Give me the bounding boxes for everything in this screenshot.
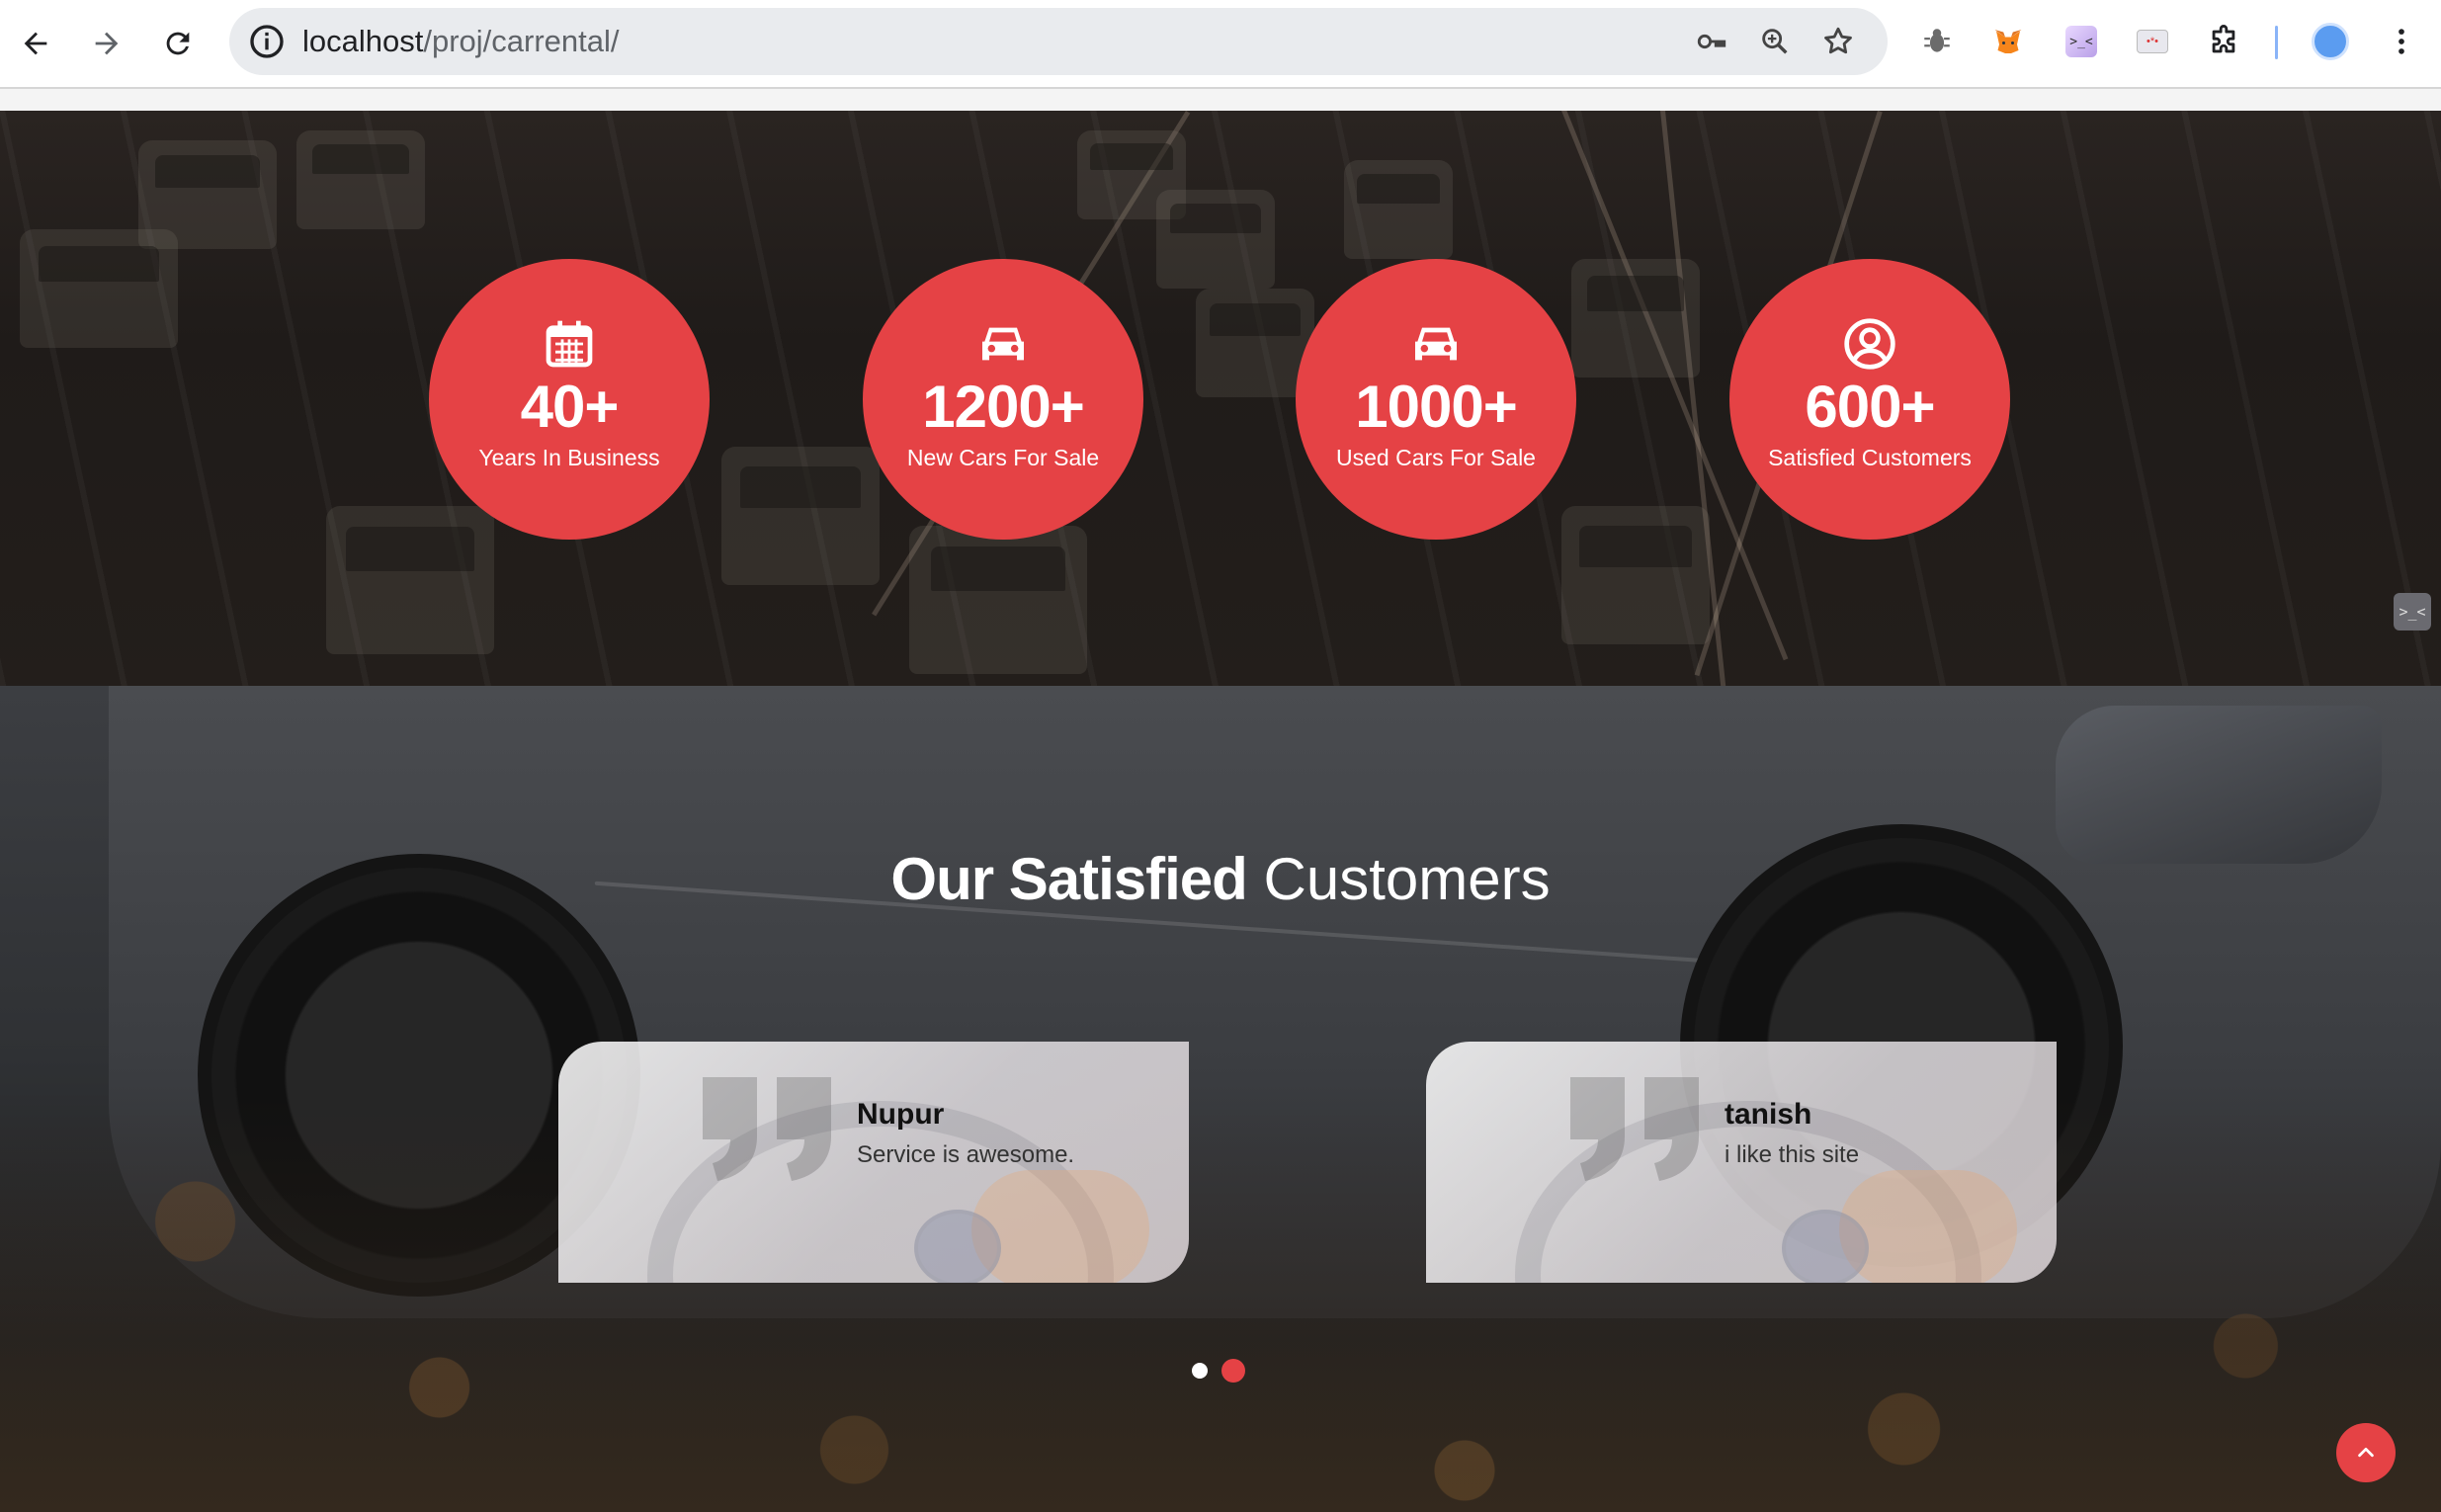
stat-number: 600+ (1805, 374, 1935, 440)
scroll-to-top-button[interactable] (2336, 1423, 2396, 1482)
site-info-icon[interactable] (247, 22, 287, 61)
card-background-hand (1839, 1170, 2017, 1283)
card-icon: •*• (2137, 30, 2168, 53)
stat-used-cars: 1000+ Used Cars For Sale (1296, 259, 1576, 540)
calendar-icon (546, 320, 593, 368)
card-background-watch (1782, 1210, 1869, 1283)
background-car (1344, 160, 1453, 259)
card-extension-button[interactable]: •*• (2131, 20, 2174, 63)
url-text[interactable]: localhost/proj/carrental/ (302, 22, 620, 61)
background-leaves (0, 1097, 2441, 1512)
card-background-watch (914, 1210, 1001, 1283)
chevron-up-icon (2358, 1447, 2374, 1458)
testimonials-section: Our Satisfied Customers Nupur Service is… (0, 686, 2441, 1512)
testimonial-card: Nupur Service is awesome. (558, 1042, 1189, 1283)
bug-extension-button[interactable] (1915, 20, 1959, 63)
toolbar-separator (2275, 26, 2278, 59)
url-host: localhost (302, 24, 424, 58)
page-top-strip (0, 89, 2441, 112)
background-car-headlight (2056, 706, 2382, 864)
user-circle-icon (1844, 318, 1895, 370)
stats-section: 40+ Years In Business 1200+ New Cars For… (0, 111, 2441, 686)
customer-name: tanish (1725, 1098, 1812, 1131)
customer-name: Nupur (857, 1098, 945, 1131)
reload-button[interactable] (150, 16, 206, 71)
forward-button[interactable] (79, 16, 134, 71)
background-car (296, 130, 425, 229)
customer-review: Service is awesome. (857, 1141, 1075, 1168)
terminal-face-icon: >_< (2065, 26, 2097, 57)
card-background-hand (971, 1170, 1149, 1283)
stat-new-cars: 1200+ New Cars For Sale (863, 259, 1143, 540)
stats-row: 40+ Years In Business 1200+ New Cars For… (0, 259, 2441, 540)
testimonial-card: tanish i like this site (1426, 1042, 2057, 1283)
section-title: Our Satisfied Customers (0, 844, 2441, 915)
stat-number: 40+ (520, 374, 620, 440)
stat-number: 1000+ (1355, 374, 1518, 440)
stat-satisfied-customers: 600+ Satisfied Customers (1729, 259, 2010, 540)
key-icon (1697, 34, 1726, 49)
quote-icon (703, 1077, 831, 1181)
carousel-dot-1[interactable] (1192, 1363, 1208, 1379)
password-key-button[interactable] (1692, 22, 1731, 61)
stat-number: 1200+ (922, 374, 1085, 440)
star-icon (1824, 27, 1852, 54)
title-strong: Our Satisfied (890, 846, 1247, 912)
bookmark-button[interactable] (1818, 22, 1858, 61)
profile-avatar-icon (2312, 23, 2349, 60)
puzzle-icon (2212, 25, 2235, 53)
metamask-fox-icon (1994, 30, 2022, 53)
carousel-dot-2[interactable] (1221, 1359, 1245, 1383)
stat-years-in-business: 40+ Years In Business (429, 259, 710, 540)
back-button[interactable] (8, 16, 63, 71)
url-path: /proj/carrental/ (423, 24, 620, 58)
stat-label: Satisfied Customers (1768, 445, 1972, 470)
zoom-button[interactable] (1755, 22, 1795, 61)
stat-label: Years In Business (478, 445, 660, 470)
stat-label: Used Cars For Sale (1336, 445, 1536, 470)
browser-toolbar: localhost/proj/carrental/ >_< •*• (0, 0, 2441, 112)
title-light: Customers (1246, 846, 1551, 912)
background-car (909, 526, 1087, 674)
bug-icon (1924, 29, 1950, 52)
arrow-right-icon (95, 32, 119, 55)
arrow-left-icon (24, 32, 47, 55)
quote-icon (1570, 1077, 1699, 1181)
customer-review: i like this site (1725, 1141, 1860, 1168)
stat-label: New Cars For Sale (906, 445, 1100, 470)
profile-button[interactable] (2309, 20, 2352, 63)
address-bar[interactable]: localhost/proj/carrental/ (229, 8, 1888, 75)
side-extension-tab[interactable]: >_< (2394, 593, 2431, 630)
car-icon (1415, 327, 1457, 361)
more-vertical-icon (2399, 29, 2404, 54)
reload-icon (166, 32, 190, 55)
devtools-extension-button[interactable]: >_< (2060, 20, 2103, 63)
extensions-button[interactable] (2202, 20, 2245, 63)
zoom-icon (1762, 29, 1788, 54)
car-icon (982, 327, 1024, 361)
metamask-extension-button[interactable] (1986, 20, 2030, 63)
browser-menu-button[interactable] (2380, 20, 2423, 63)
